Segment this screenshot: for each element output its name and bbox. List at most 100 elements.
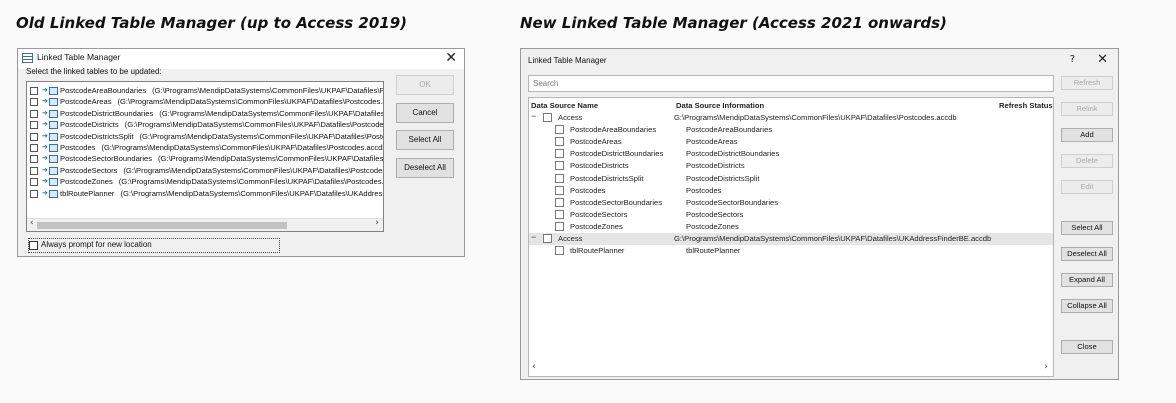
linked-table-icon: ➔ <box>42 144 60 153</box>
item-info: PostcodeDistrictBoundaries <box>686 149 780 159</box>
tree-item-row[interactable]: PostcodeSectors PostcodeSectors <box>529 209 1053 221</box>
item-info: PostcodeSectorBoundaries <box>686 197 779 207</box>
checkbox[interactable] <box>555 137 564 147</box>
scroll-left-icon[interactable]: ‹ <box>30 218 34 228</box>
item-info: PostcodeDistrictsSplit <box>686 173 760 183</box>
checkbox[interactable] <box>29 241 38 250</box>
relink-button[interactable]: Relink <box>1061 102 1113 116</box>
checkbox[interactable] <box>555 125 564 135</box>
data-source-tree[interactable]: Data Source Name Data Source Information… <box>528 97 1054 377</box>
checkbox[interactable] <box>30 109 38 118</box>
table-path: (G:\Programs\MendipDataSystems\CommonFil… <box>124 120 384 130</box>
table-name: PostcodeDistrictsSplit <box>60 131 134 141</box>
collapse-icon[interactable]: − <box>531 111 536 121</box>
item-name: PostcodeAreaBoundaries <box>570 125 657 135</box>
table-row[interactable]: ➔ PostcodeAreas (G:\Programs\MendipDataSys… <box>30 97 384 108</box>
table-row[interactable]: ➔ tblRoutePlanner (G:\Programs\MendipDataS… <box>30 189 383 200</box>
checkbox[interactable] <box>30 189 38 198</box>
checkbox[interactable] <box>543 234 552 243</box>
checkbox[interactable] <box>555 185 564 195</box>
item-info: PostcodeSectors <box>686 209 744 219</box>
table-row[interactable]: ➔ Postcodes (G:\Programs\MendipDataSystems… <box>30 143 383 154</box>
checkbox[interactable] <box>30 121 38 130</box>
checkbox[interactable] <box>30 87 38 95</box>
close-icon[interactable]: ✕ <box>1097 52 1108 67</box>
table-path: (G:\Programs\MendipDataSystems\CommonFil… <box>152 86 384 95</box>
old-horizontal-scrollbar[interactable]: ‹ › <box>27 218 383 231</box>
expand-all-button[interactable]: Expand All <box>1061 273 1113 287</box>
search-input[interactable]: Search <box>528 75 1054 92</box>
checkbox[interactable] <box>30 98 38 107</box>
old-dialog-title: Linked Table Manager <box>37 52 121 62</box>
tree-item-row[interactable]: tblRoutePlanner tblRoutePlanner <box>529 245 1053 257</box>
always-prompt-checkbox[interactable]: Always prompt for new location <box>28 238 280 253</box>
ok-button[interactable]: OK <box>396 75 454 95</box>
scroll-left-icon[interactable]: ‹ <box>532 362 536 372</box>
table-row[interactable]: ➔ PostcodeDistrictsSplit (G:\Programs\Mend… <box>30 131 383 143</box>
group-path: G:\Programs\MendipDataSystems\CommonFile… <box>674 113 957 122</box>
tree-item-row[interactable]: PostcodeSectorBoundaries PostcodeSectorBo… <box>529 197 1053 209</box>
tree-item-row[interactable]: PostcodeDistricts PostcodeDistricts <box>529 160 1053 172</box>
checkbox[interactable] <box>30 144 38 152</box>
linked-table-icon: ➔ <box>42 109 60 119</box>
table-name: PostcodeDistricts <box>60 120 119 130</box>
new-horizontal-scrollbar[interactable]: ‹ › <box>529 362 1053 376</box>
tree-group-row[interactable]: − Access G:\Programs\MendipDataSystems\Com… <box>529 111 1053 124</box>
checkbox[interactable] <box>30 155 38 164</box>
checkbox[interactable] <box>555 209 564 219</box>
table-row[interactable]: ➔ PostcodeSectors (G:\Programs\MendipDataS… <box>30 165 384 177</box>
table-row[interactable]: ➔ PostcodeDistricts (G:\Programs\MendipDat… <box>30 120 384 131</box>
tree-item-row[interactable]: PostcodeDistrictBoundaries PostcodeDistri… <box>529 148 1053 160</box>
checkbox[interactable] <box>555 197 564 207</box>
table-name: PostcodeSectorBoundaries <box>60 154 153 164</box>
add-button[interactable]: Add <box>1061 128 1113 142</box>
close-button[interactable]: Close <box>1061 340 1113 354</box>
close-icon[interactable]: ✕ <box>445 50 457 66</box>
checkbox[interactable] <box>543 113 552 122</box>
table-path: (G:\Programs\MendipDataSystems\CommonFil… <box>117 97 384 107</box>
item-info: PostcodeAreaBoundaries <box>686 125 773 135</box>
table-row[interactable]: ➔ PostcodeAreaBoundaries (G:\Programs\Mend… <box>30 86 384 97</box>
refresh-button[interactable]: Refresh <box>1061 76 1113 90</box>
scroll-right-icon[interactable]: › <box>375 218 379 228</box>
checkbox[interactable] <box>555 246 564 256</box>
old-linked-table-list[interactable]: ➔ PostcodeAreaBoundaries (G:\Programs\Mend… <box>26 81 384 232</box>
deselect-all-button[interactable]: Deselect All <box>396 158 454 178</box>
help-icon[interactable]: ? <box>1070 54 1075 65</box>
scroll-thumb[interactable] <box>37 222 287 229</box>
delete-button[interactable]: Delete <box>1061 154 1113 168</box>
deselect-all-button[interactable]: Deselect All <box>1061 247 1113 261</box>
select-all-button[interactable]: Select All <box>1061 221 1113 235</box>
table-name: PostcodeSectors <box>60 165 118 175</box>
table-row[interactable]: ➔ PostcodeSectorBoundaries (G:\Programs\Me… <box>30 154 383 165</box>
column-header-source-name[interactable]: Data Source Name <box>531 101 598 110</box>
select-all-button[interactable]: Select All <box>396 130 454 150</box>
checkbox[interactable] <box>555 173 564 183</box>
scroll-right-icon[interactable]: › <box>1044 362 1048 372</box>
checkbox[interactable] <box>555 161 564 171</box>
table-row[interactable]: ➔ PostcodeDistrictBoundaries (G:\Programs\… <box>30 109 383 120</box>
edit-button[interactable]: Edit <box>1061 180 1113 194</box>
table-row[interactable]: ➔ PostcodeZones (G:\Programs\MendipDataSys… <box>30 177 383 188</box>
cancel-button[interactable]: Cancel <box>396 103 454 123</box>
checkbox[interactable] <box>30 166 38 175</box>
tree-item-row[interactable]: PostcodeZones PostcodeZones <box>529 221 1053 233</box>
table-manager-icon <box>22 53 33 63</box>
checkbox[interactable] <box>30 132 38 141</box>
tree-item-row[interactable]: PostcodeDistrictsSplit PostcodeDistrictsS… <box>529 173 1053 185</box>
column-header-source-info[interactable]: Data Source Information <box>676 101 764 110</box>
tree-item-row[interactable]: PostcodeAreaBoundaries PostcodeAreaBounda… <box>529 124 1053 136</box>
tree-group-row[interactable]: − Access G:\Programs\MendipDataSystems\Com… <box>529 232 1053 245</box>
collapse-icon[interactable]: − <box>531 232 536 242</box>
column-header-refresh-status[interactable]: Refresh Status <box>999 101 1053 110</box>
tree-item-row[interactable]: Postcodes Postcodes <box>529 185 1053 197</box>
tree-item-row[interactable]: PostcodeAreas PostcodeAreas <box>529 136 1053 148</box>
table-path: (G:\Programs\MendipDataSystems\CommonFil… <box>123 165 384 175</box>
collapse-all-button[interactable]: Collapse All <box>1061 299 1113 313</box>
new-manager-heading: New Linked Table Manager (Access 2021 on… <box>520 14 947 32</box>
old-select-prompt: Select the linked tables to be updated: <box>26 67 162 76</box>
always-prompt-label: Always prompt for new location <box>41 240 152 249</box>
checkbox[interactable] <box>555 149 564 159</box>
checkbox[interactable] <box>30 178 38 187</box>
checkbox[interactable] <box>555 221 564 231</box>
